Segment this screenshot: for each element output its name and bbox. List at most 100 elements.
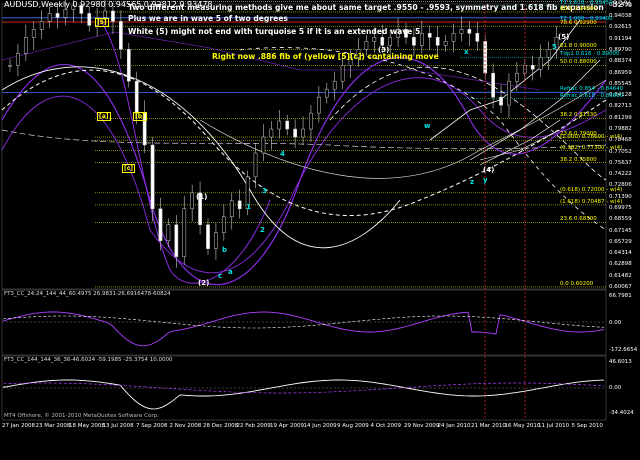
wave-label: 2: [260, 226, 265, 234]
fib-level-label: 38.2 0.81330: [560, 112, 597, 119]
price-tick-label: 0.67145: [609, 227, 632, 234]
candle-body: [332, 80, 337, 90]
price-tick-label: 0.82713: [609, 103, 632, 110]
time-tick-label: 9 Aug 2009: [337, 423, 369, 429]
price-tick-label: 0.88374: [609, 58, 632, 65]
candle-body: [451, 33, 456, 42]
candle-body: [546, 49, 551, 58]
candle-body: [87, 13, 92, 26]
candle-body: [293, 128, 297, 138]
candle-body: [55, 13, 60, 18]
ind1-axis-top: 66.7981: [609, 293, 632, 299]
ind2-axis-top: 46.6013: [609, 359, 632, 365]
wave-label: (2): [198, 279, 210, 287]
wave-label: (5): [558, 33, 570, 41]
main-panel: [1, 3, 607, 290]
annotation-line2: Plus we are in wave 5 of two degrees: [128, 14, 288, 23]
fib-level-label: 38.2 0.75800: [560, 156, 597, 163]
candle-body: [182, 208, 187, 257]
candle-body: [134, 80, 139, 114]
time-tick-label: 13 Jul 2008: [102, 423, 134, 429]
price-tick-label: 0.79882: [609, 125, 632, 132]
candle-body: [166, 224, 171, 241]
candle-body: [31, 29, 36, 38]
candle-body: [158, 208, 163, 241]
wave-label: (3): [378, 46, 390, 54]
candle-body: [23, 37, 28, 54]
ind2-axis-bot: -34.4024: [609, 410, 634, 416]
price-tick-label: 0.65729: [609, 238, 632, 245]
time-tick-label: 29 Nov 2009: [404, 423, 440, 429]
price-tick-label: 0.68559: [609, 216, 632, 223]
wave-label: c: [218, 272, 223, 280]
candle-body: [39, 21, 44, 30]
annotation-line4: Right now .886 fib of (yellow [5][c]) co…: [212, 52, 439, 61]
ind2-axis-mid: 0.00: [609, 385, 622, 391]
candle-body: [253, 152, 258, 178]
price-tick-label: 0.62898: [609, 261, 632, 268]
time-tick-label: 7 Sep 2008: [136, 423, 168, 429]
annotation-line3: White (5) might not end with turquoise 5…: [128, 27, 421, 36]
candle-body: [459, 29, 464, 34]
fib-level-label: (0.382) 0.77300 - w(4): [560, 144, 623, 151]
candle-body: [435, 37, 440, 46]
wave-label: 1: [246, 203, 251, 211]
wave-label: 5: [552, 43, 557, 51]
time-axis: 27 Jan 2008 23 Mar 2008 18 May 2008 13 Jul …: [0, 421, 640, 433]
candle-body: [380, 37, 385, 46]
candle-body: [119, 21, 123, 50]
fib-level-label: 0.0 0.60200: [560, 280, 594, 287]
time-tick-label: 5 Sep 2010: [571, 423, 603, 429]
fib-level-label: Refrac 0.618 - 0.83800: [560, 92, 624, 99]
ind1-axis-bot: -172.6654: [609, 347, 638, 353]
candle-body: [491, 72, 495, 98]
candle-body: [16, 53, 20, 66]
candle-body: [309, 112, 313, 130]
price-tick-label: 0.86959: [609, 69, 632, 76]
candle-body: [412, 37, 416, 46]
candle-body: [103, 10, 107, 18]
time-tick-label: 14 Jun 2009: [303, 423, 337, 429]
ind1-axis-mid: 0.00: [609, 320, 622, 326]
price-tick-label: 0.64314: [609, 250, 632, 257]
time-tick-label: 16 May 2010: [504, 423, 541, 429]
fib-level-label: (1.618) 0.70487 - w(4): [560, 198, 623, 205]
wave-label: 4: [280, 150, 285, 158]
candle-body: [63, 9, 68, 18]
time-tick-label: 11 Jul 2010: [538, 423, 570, 429]
fib-level-label: Refrac 0.854 - 0.84640: [560, 86, 624, 93]
time-tick-label: 2 Nov 2008: [169, 423, 202, 429]
fib-level-label: 78.6 0.92900: [560, 20, 597, 27]
candle-body: [475, 33, 480, 42]
price-tick-label: 0.75637: [609, 159, 632, 166]
price-tick-label: 0.60067: [609, 284, 632, 290]
candle-body: [206, 224, 210, 249]
candle-body: [317, 96, 321, 114]
candle-body: [111, 10, 115, 22]
indicator1-label: FT3_CC_24:24_144_44_60.4975 26.9831-26.6…: [4, 291, 171, 297]
fib-level-label: (1.000) 0.78600 - w(4): [560, 134, 623, 141]
candle-body: [372, 37, 377, 42]
time-tick-label: 23 Mar 2008: [35, 423, 71, 429]
candle-body: [538, 57, 543, 70]
wave-label: b: [222, 246, 228, 254]
fib-level-label: 23.6 0.68300: [560, 216, 597, 223]
price-tick-label: 0.91194: [609, 35, 632, 42]
price-tick-label: 0.61482: [609, 272, 632, 279]
indicator1-panel: [1, 289, 607, 356]
wave-label: y: [483, 176, 488, 184]
candle-body: [467, 29, 472, 34]
candle-body: [261, 136, 266, 154]
annotation-line1: Two different measuring methods give me …: [128, 3, 604, 12]
candle-body: [150, 144, 155, 210]
wave-label: [b]: [133, 112, 147, 121]
wave-label: a: [228, 268, 233, 276]
wave-label: (1): [196, 193, 208, 201]
candle-body: [507, 80, 511, 106]
candle-body: [214, 232, 218, 249]
candle-body: [285, 120, 290, 130]
wave-label: z: [470, 178, 475, 186]
candle-body: [190, 192, 195, 210]
wave-label: [5]: [95, 18, 109, 27]
wave-label: [c]: [122, 164, 136, 173]
